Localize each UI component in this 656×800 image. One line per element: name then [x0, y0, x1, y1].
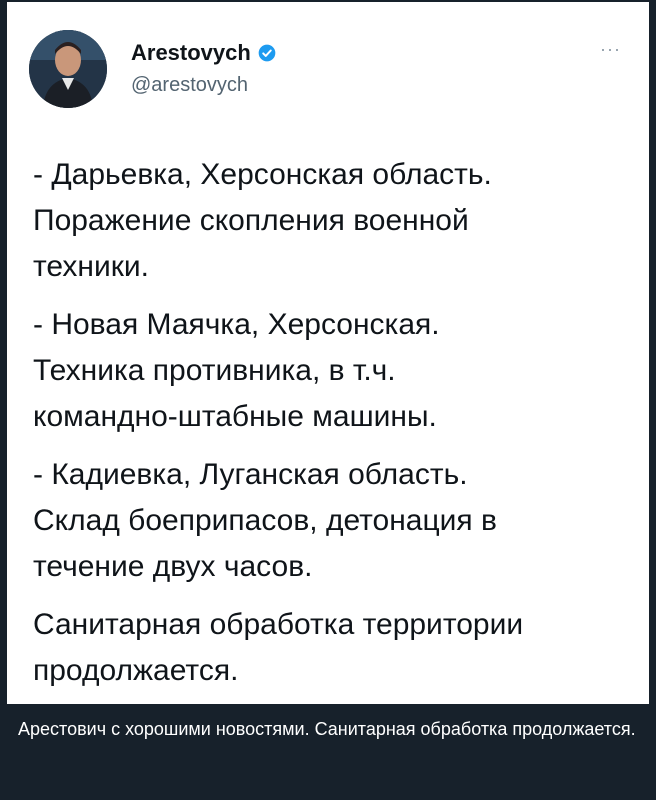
avatar [29, 30, 107, 108]
author-name[interactable]: Arestovych [131, 40, 277, 66]
author-handle[interactable]: @arestovych [131, 74, 248, 97]
tweet-paragraph-4: Санитарная обработка территории продолжа… [33, 608, 524, 687]
tweet-paragraph-3: - Кадиевка, Луганская область. Склад бое… [33, 458, 497, 583]
tweet-paragraph-1: - Дарьевка, Херсонская область. Поражени… [33, 158, 492, 283]
message-frame: Arestovych @arestovych ··· - Дарьевка, Х… [0, 0, 656, 800]
tweet-screenshot[interactable]: Arestovych @arestovych ··· - Дарьевка, Х… [7, 2, 649, 704]
tweet-text: - Дарьевка, Херсонская область. Поражени… [33, 152, 633, 706]
verified-badge-icon [258, 44, 276, 62]
message-caption: Арестович с хорошими новостями. Санитарн… [18, 719, 636, 739]
tweet-paragraph-2: - Новая Маячка, Херсонская. Техника прот… [33, 308, 440, 433]
author-name-text[interactable]: Arestovych [131, 40, 251, 66]
more-icon[interactable]: ··· [600, 40, 621, 58]
